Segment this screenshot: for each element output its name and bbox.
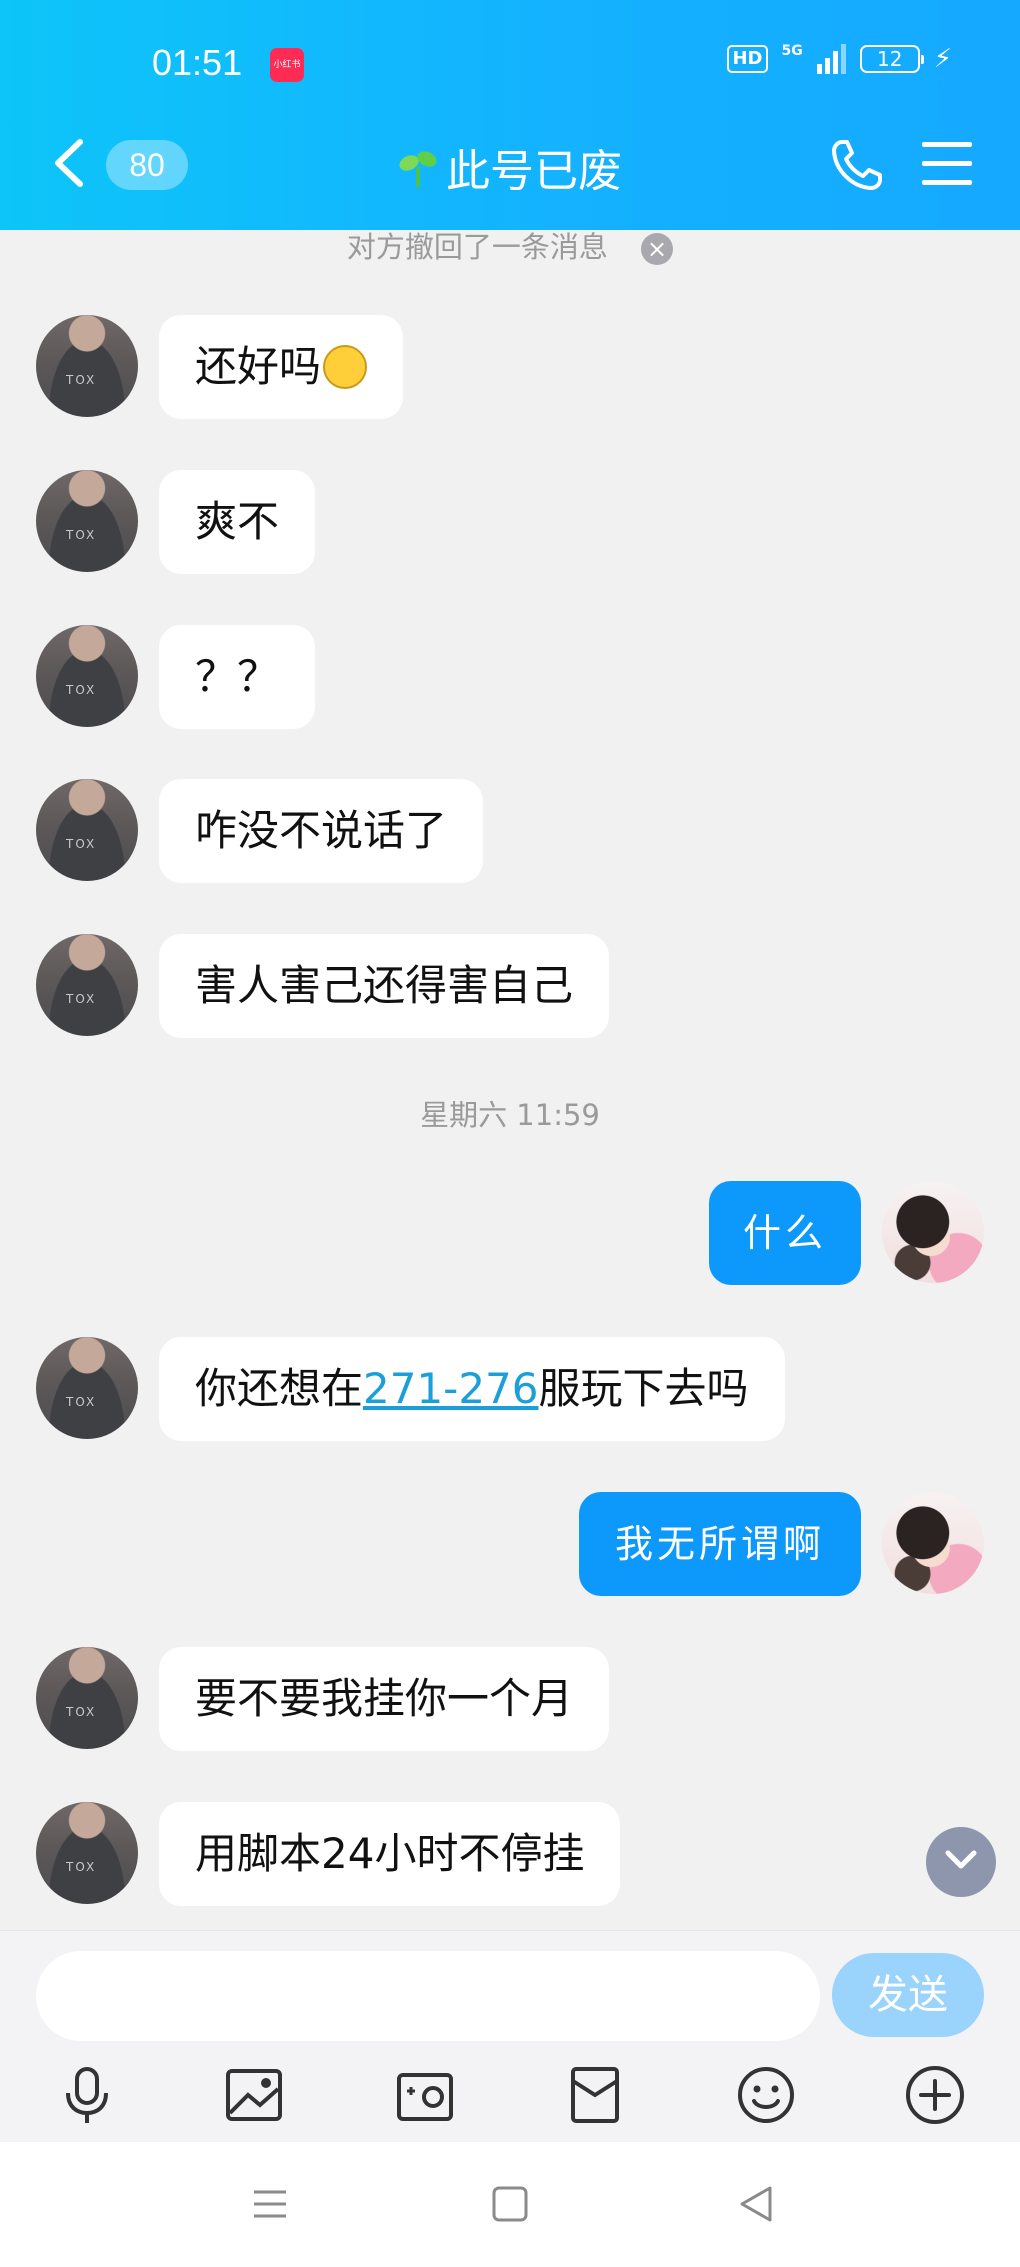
phone-icon: [832, 140, 882, 190]
scroll-to-bottom-button[interactable]: [926, 1827, 996, 1897]
recall-notice: 对方撤回了一条消息 ×: [0, 224, 1020, 266]
message-input[interactable]: [36, 1951, 820, 2041]
signal-icon: [816, 44, 846, 74]
chevron-down-icon: [945, 1850, 977, 1869]
camera-icon[interactable]: [393, 2063, 457, 2127]
system-navigation-bar: [0, 2142, 1020, 2267]
message-text: 我无所谓啊: [614, 1522, 825, 1566]
server-range-link[interactable]: 271-276: [363, 1364, 539, 1413]
my-avatar[interactable]: [882, 1181, 984, 1283]
message-text: 害人害己还得害自己: [195, 961, 574, 1010]
message-text: ？？: [195, 652, 280, 701]
microphone-icon[interactable]: [55, 2063, 119, 2127]
chat-title: 此号已废: [446, 146, 622, 197]
contact-avatar[interactable]: TOX: [36, 934, 138, 1036]
contact-avatar[interactable]: TOX: [36, 625, 138, 727]
message-bubble[interactable]: 爽不: [159, 470, 316, 574]
hamburger-icon: [922, 142, 972, 147]
network-type: 5G: [781, 43, 803, 59]
message-text: 服玩下去吗: [538, 1364, 749, 1413]
message-bubble[interactable]: 害人害己还得害自己: [159, 934, 610, 1038]
status-time: 01:51: [152, 42, 243, 83]
message-bubble[interactable]: 要不要我挂你一个月: [159, 1647, 610, 1751]
status-indicators: HD 5G 12 ⚡: [727, 43, 952, 74]
contact-avatar[interactable]: TOX: [36, 779, 138, 881]
my-avatar[interactable]: [882, 1492, 984, 1594]
message-text: 还好吗: [195, 342, 322, 391]
menu-button[interactable]: [922, 142, 972, 186]
message-text: 要不要我挂你一个月: [195, 1674, 574, 1723]
message-text: 你还想在: [195, 1364, 364, 1413]
battery-icon: 12: [859, 45, 924, 73]
message-text: 咋没不说话了: [195, 806, 448, 855]
plus-icon[interactable]: [903, 2063, 967, 2127]
chat-header: 01:51 小红书 HD 5G 12 ⚡ 80 此号已废: [0, 0, 1020, 230]
message-text: 用脚本24小时不停挂: [195, 1829, 585, 1878]
home-icon[interactable]: [488, 2182, 532, 2226]
message-bubble[interactable]: 你还想在271-276服玩下去吗: [159, 1337, 785, 1441]
message-text: 爽不: [195, 497, 280, 546]
charging-icon: ⚡: [933, 44, 952, 74]
close-icon[interactable]: ×: [641, 233, 674, 265]
message-bubble[interactable]: 还好吗: [159, 315, 404, 419]
emoji-icon[interactable]: [734, 2063, 798, 2127]
hd-icon: HD: [727, 45, 768, 73]
contact-avatar[interactable]: TOX: [36, 470, 138, 572]
red-packet-icon[interactable]: [563, 2063, 627, 2127]
contact-avatar[interactable]: TOX: [36, 315, 138, 417]
message-bubble[interactable]: 用脚本24小时不停挂: [159, 1802, 621, 1906]
message-bubble-outgoing[interactable]: 我无所谓啊: [579, 1492, 861, 1596]
contact-avatar[interactable]: TOX: [36, 1337, 138, 1439]
message-bubble-outgoing[interactable]: 什么: [709, 1181, 861, 1285]
sly-smile-emoji-icon: [323, 344, 368, 389]
message-text: 什么: [742, 1211, 827, 1255]
xiaohongshu-app-icon: 小红书: [270, 48, 304, 82]
contact-avatar[interactable]: TOX: [36, 1647, 138, 1749]
sprout-icon: [399, 151, 437, 187]
message-bubble[interactable]: 咋没不说话了: [159, 779, 484, 883]
image-icon[interactable]: [222, 2063, 286, 2127]
recall-notice-text: 对方撤回了一条消息: [346, 230, 608, 264]
message-bubble[interactable]: ？？: [159, 625, 316, 729]
back-triangle-icon[interactable]: [734, 2182, 778, 2226]
recent-apps-icon[interactable]: [248, 2182, 292, 2226]
send-button[interactable]: 发送: [832, 1953, 984, 2037]
message-composer: 发送: [0, 1930, 1020, 2142]
time-separator: 星期六 11:59: [420, 1098, 600, 1132]
contact-avatar[interactable]: TOX: [36, 1802, 138, 1904]
phone-call-button[interactable]: [830, 138, 884, 192]
